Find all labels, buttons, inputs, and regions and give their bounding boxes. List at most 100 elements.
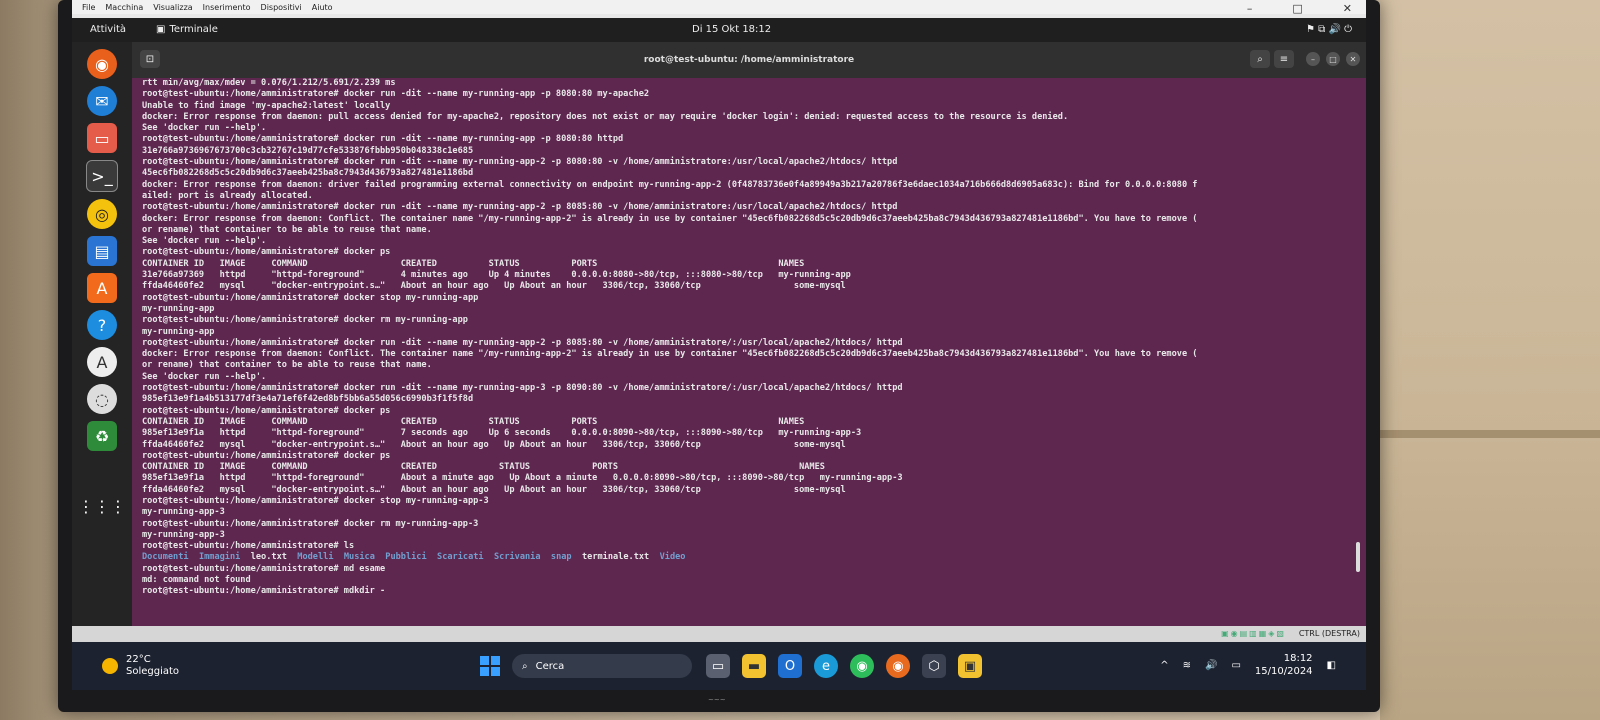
- taskbar-date: 15/10/2024: [1254, 666, 1313, 677]
- terminal-line: 45ec6fb082268d5c5c20db9d6c37aeeb425ba8c7…: [142, 168, 474, 179]
- terminal-line: md: command not found: [142, 575, 251, 586]
- wifi-icon[interactable]: ≋: [1183, 660, 1191, 671]
- terminal-line: root@test-ubuntu:/home/amministratore# d…: [142, 202, 898, 213]
- terminal-line: my-running-app: [142, 326, 215, 337]
- help-icon[interactable]: ?: [87, 310, 117, 340]
- firefox-icon[interactable]: ◉: [87, 49, 117, 79]
- activities-button[interactable]: Attività: [90, 24, 126, 35]
- file-explorer-icon[interactable]: ▬: [742, 654, 766, 678]
- ls-item: Pubblici: [385, 552, 427, 563]
- terminal-line: root@test-ubuntu:/home/amministratore# d…: [142, 495, 489, 506]
- sun-icon: [102, 658, 118, 674]
- maximize-icon[interactable]: □: [1326, 52, 1340, 66]
- notification-icon[interactable]: ◧: [1327, 660, 1336, 671]
- terminal-line: ailed: port is already allocated.: [142, 190, 313, 201]
- app-center-icon[interactable]: A: [87, 273, 117, 303]
- terminal-app-icon: ▣: [156, 24, 166, 35]
- putty-icon[interactable]: ▣: [958, 654, 982, 678]
- terminal-line: root@test-ubuntu:/home/amministratore# d…: [142, 89, 650, 100]
- thunderbird-icon[interactable]: ✉: [87, 86, 117, 116]
- chrome-icon[interactable]: ◉: [850, 654, 874, 678]
- terminal-scrollbar[interactable]: [1356, 542, 1360, 572]
- chevron-up-icon[interactable]: ^: [1160, 660, 1168, 671]
- search-icon: ⌕: [522, 660, 528, 672]
- terminal-line: docker: Error response from daemon: pull…: [142, 111, 1069, 122]
- screen: File Macchina Visualizza Inserimento Dis…: [72, 0, 1366, 690]
- taskbar-search[interactable]: ⌕ Cerca: [512, 654, 692, 678]
- ls-item: leo.txt: [250, 552, 287, 563]
- edge-icon[interactable]: e: [814, 654, 838, 678]
- files-icon[interactable]: ▭: [87, 123, 117, 153]
- outlook-icon[interactable]: O: [778, 654, 802, 678]
- terminal-line: root@test-ubuntu:/home/amministratore# d…: [142, 247, 391, 258]
- vm-statusbar: ▣◉▤▥▦◈▧ CTRL (DESTRA): [72, 626, 1366, 642]
- terminal-line: my-running-app: [142, 303, 215, 314]
- taskbar-clock[interactable]: 18:12 15/10/2024: [1255, 652, 1313, 678]
- terminal-line: ffda46460fe2 mysql "docker-entrypoint.s……: [142, 281, 846, 292]
- monitor-logo: ~~~: [708, 696, 726, 704]
- show-apps-icon[interactable]: ⋮⋮⋮: [78, 491, 126, 521]
- terminal-output[interactable]: rtt min/avg/max/mdev = 0.076/1.212/5.691…: [132, 78, 1366, 626]
- topbar-clock[interactable]: Di 15 Okt 18:12: [692, 24, 771, 35]
- terminal-line: CONTAINER ID IMAGE COMMAND CREATED STATU…: [142, 462, 825, 473]
- terminal-line: See 'docker run --help'.: [142, 236, 267, 247]
- disc-icon[interactable]: ◌: [87, 384, 117, 414]
- terminal-line: root@test-ubuntu:/home/amministratore# l…: [142, 541, 355, 552]
- terminal-line: or rename) that container to be able to …: [142, 360, 432, 371]
- ls-output-line: Documenti Immagini leo.txt Modelli Music…: [142, 552, 1366, 563]
- vm-menu-inserimento[interactable]: Inserimento: [203, 3, 251, 12]
- terminal-line: See 'docker run --help'.: [142, 371, 267, 382]
- terminal-line: ffda46460fe2 mysql "docker-entrypoint.s……: [142, 484, 846, 495]
- vm-device-icons[interactable]: ▣◉▤▥▦◈▧: [1221, 629, 1286, 638]
- terminal-line: root@test-ubuntu:/home/amministratore# d…: [142, 157, 898, 168]
- vm-menu-file[interactable]: File: [82, 3, 95, 12]
- terminal-line: root@test-ubuntu:/home/amministratore# d…: [142, 450, 391, 461]
- vm-menu-dispositivi[interactable]: Dispositivi: [261, 3, 302, 12]
- rhythmbox-icon[interactable]: ◎: [87, 199, 117, 229]
- weather-widget[interactable]: 22°C Soleggiato: [102, 654, 179, 678]
- terminal-line: See 'docker run --help'.: [142, 123, 267, 134]
- trash-icon[interactable]: ♻: [87, 421, 117, 451]
- ls-item: Musica: [343, 552, 375, 563]
- terminal-line: 31e766a9736967673700c3cb32767c19d77cfe53…: [142, 145, 474, 156]
- terminal-icon[interactable]: >_: [86, 160, 118, 192]
- firefox-taskbar-icon[interactable]: ◉: [886, 654, 910, 678]
- system-tray-icons[interactable]: ⚑ ⧉ 🔊 ⏻: [1306, 24, 1352, 35]
- start-button[interactable]: [480, 656, 500, 676]
- vm-menu-aiuto[interactable]: Aiuto: [312, 3, 333, 12]
- software-updater-icon[interactable]: A: [87, 347, 117, 377]
- terminal-line: docker: Error response from daemon: Conf…: [142, 349, 1198, 360]
- host-key-label: CTRL (DESTRA): [1298, 629, 1360, 638]
- terminal-line: root@test-ubuntu:/home/amministratore# d…: [142, 383, 903, 394]
- terminal-line: root@test-ubuntu:/home/amministratore# d…: [142, 292, 479, 303]
- task-view-icon[interactable]: ▭: [706, 654, 730, 678]
- terminal-line: 985ef13e9f1a httpd "httpd-foreground" 7 …: [142, 428, 862, 439]
- ubuntu-topbar: Attività ▣ Terminale Di 15 Okt 18:12 ⚑ ⧉…: [72, 18, 1366, 42]
- writer-icon[interactable]: ▤: [87, 236, 117, 266]
- ubuntu-dock: ◉ ✉ ▭ >_ ◎ ▤ A ? A ◌ ♻ ⋮⋮⋮: [72, 42, 132, 626]
- close-icon[interactable]: ✕: [1346, 52, 1360, 66]
- terminal-line: root@test-ubuntu:/home/amministratore# d…: [142, 405, 391, 416]
- minimize-icon[interactable]: –: [1306, 52, 1320, 66]
- terminal-tail-lines: root@test-ubuntu:/home/amministratore# m…: [142, 564, 1366, 598]
- terminal-line: 985ef13e9f1a4b513177df3e4a71ef6f42ed8bf5…: [142, 394, 474, 405]
- terminal-line: docker: Error response from daemon: driv…: [142, 179, 1198, 190]
- terminal-title: root@test-ubuntu: /home/amministratore: [643, 55, 855, 65]
- terminal-lines: rtt min/avg/max/mdev = 0.076/1.212/5.691…: [142, 78, 1366, 552]
- weather-temperature: 22°C: [126, 654, 151, 665]
- app-menu[interactable]: ▣ Terminale: [156, 24, 218, 35]
- vm-menu-visualizza[interactable]: Visualizza: [153, 3, 192, 12]
- vm-menu-macchina[interactable]: Macchina: [105, 3, 143, 12]
- terminal-line: or rename) that container to be able to …: [142, 224, 432, 235]
- terminal-line: CONTAINER ID IMAGE COMMAND CREATED STATU…: [142, 416, 805, 427]
- terminal-line: root@test-ubuntu:/home/amministratore# m…: [142, 586, 386, 597]
- battery-icon[interactable]: ▭: [1231, 660, 1240, 671]
- terminal-line: root@test-ubuntu:/home/amministratore# m…: [142, 563, 386, 574]
- search-icon[interactable]: ⌕: [1250, 50, 1270, 68]
- wall-panel: [1380, 0, 1600, 720]
- hamburger-menu-icon[interactable]: ≡: [1274, 50, 1294, 68]
- system-tray: ^ ≋ 🔊 ▭ 18:12 15/10/2024 ◧: [1160, 652, 1336, 678]
- volume-icon[interactable]: 🔊: [1205, 660, 1217, 671]
- virtualbox-icon[interactable]: ⬡: [922, 654, 946, 678]
- ls-item: Documenti: [142, 552, 189, 563]
